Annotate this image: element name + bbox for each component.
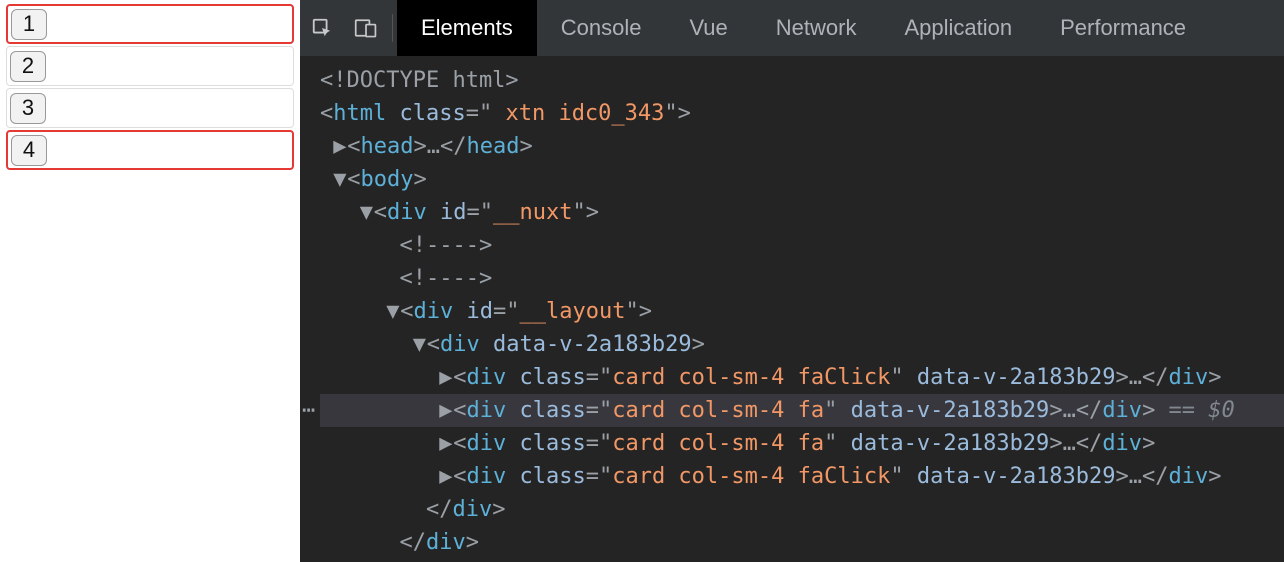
tab-elements[interactable]: Elements: [397, 0, 537, 56]
devtools-panel: Elements Console Vue Network Application…: [300, 0, 1284, 562]
dom-wrapper-div[interactable]: ▼<div data-v-2a183b29>: [320, 328, 1284, 361]
tab-network[interactable]: Network: [752, 0, 881, 56]
dom-comment[interactable]: <!---->: [320, 229, 1284, 262]
tab-application[interactable]: Application: [880, 0, 1036, 56]
dom-div-close[interactable]: </div>: [320, 526, 1284, 559]
dom-card-div[interactable]: ▶<div class="card col-sm-4 faClick" data…: [320, 361, 1284, 394]
dom-html-open[interactable]: <html class=" xtn idc0_343">: [320, 97, 1284, 130]
tab-performance[interactable]: Performance: [1036, 0, 1210, 56]
dom-body-open[interactable]: ▼<body>: [320, 163, 1284, 196]
dom-doctype[interactable]: <!DOCTYPE html>: [320, 64, 1284, 97]
dom-card-div-selected[interactable]: ▶<div class="card col-sm-4 fa" data-v-2a…: [320, 394, 1284, 427]
card-4[interactable]: 4: [6, 130, 294, 170]
card-2[interactable]: 2: [6, 46, 294, 86]
dom-layout-div[interactable]: ▼<div id="__layout">: [320, 295, 1284, 328]
card-3[interactable]: 3: [6, 88, 294, 128]
dom-card-div[interactable]: ▶<div class="card col-sm-4 fa" data-v-2a…: [320, 427, 1284, 460]
card-number: 4: [11, 135, 47, 166]
dom-div-close[interactable]: </div>: [320, 493, 1284, 526]
tab-console[interactable]: Console: [537, 0, 666, 56]
dom-card-div[interactable]: ▶<div class="card col-sm-4 faClick" data…: [320, 460, 1284, 493]
dom-nuxt-div[interactable]: ▼<div id="__nuxt">: [320, 196, 1284, 229]
dom-comment[interactable]: <!---->: [320, 262, 1284, 295]
card-number: 3: [10, 93, 46, 124]
device-toggle-icon[interactable]: [344, 0, 388, 56]
card-number: 2: [10, 51, 46, 82]
devtools-tabbar: Elements Console Vue Network Application…: [300, 0, 1284, 56]
card-number: 1: [11, 9, 47, 40]
card-1[interactable]: 1: [6, 4, 294, 44]
tab-vue[interactable]: Vue: [665, 0, 751, 56]
tabbar-separator: [392, 14, 393, 42]
dom-head[interactable]: ▶<head>…</head>: [320, 130, 1284, 163]
page-area: 1 2 3 4: [0, 0, 300, 562]
inspect-icon[interactable]: [300, 0, 344, 56]
dom-tree[interactable]: <!DOCTYPE html> <html class=" xtn idc0_3…: [300, 56, 1284, 562]
